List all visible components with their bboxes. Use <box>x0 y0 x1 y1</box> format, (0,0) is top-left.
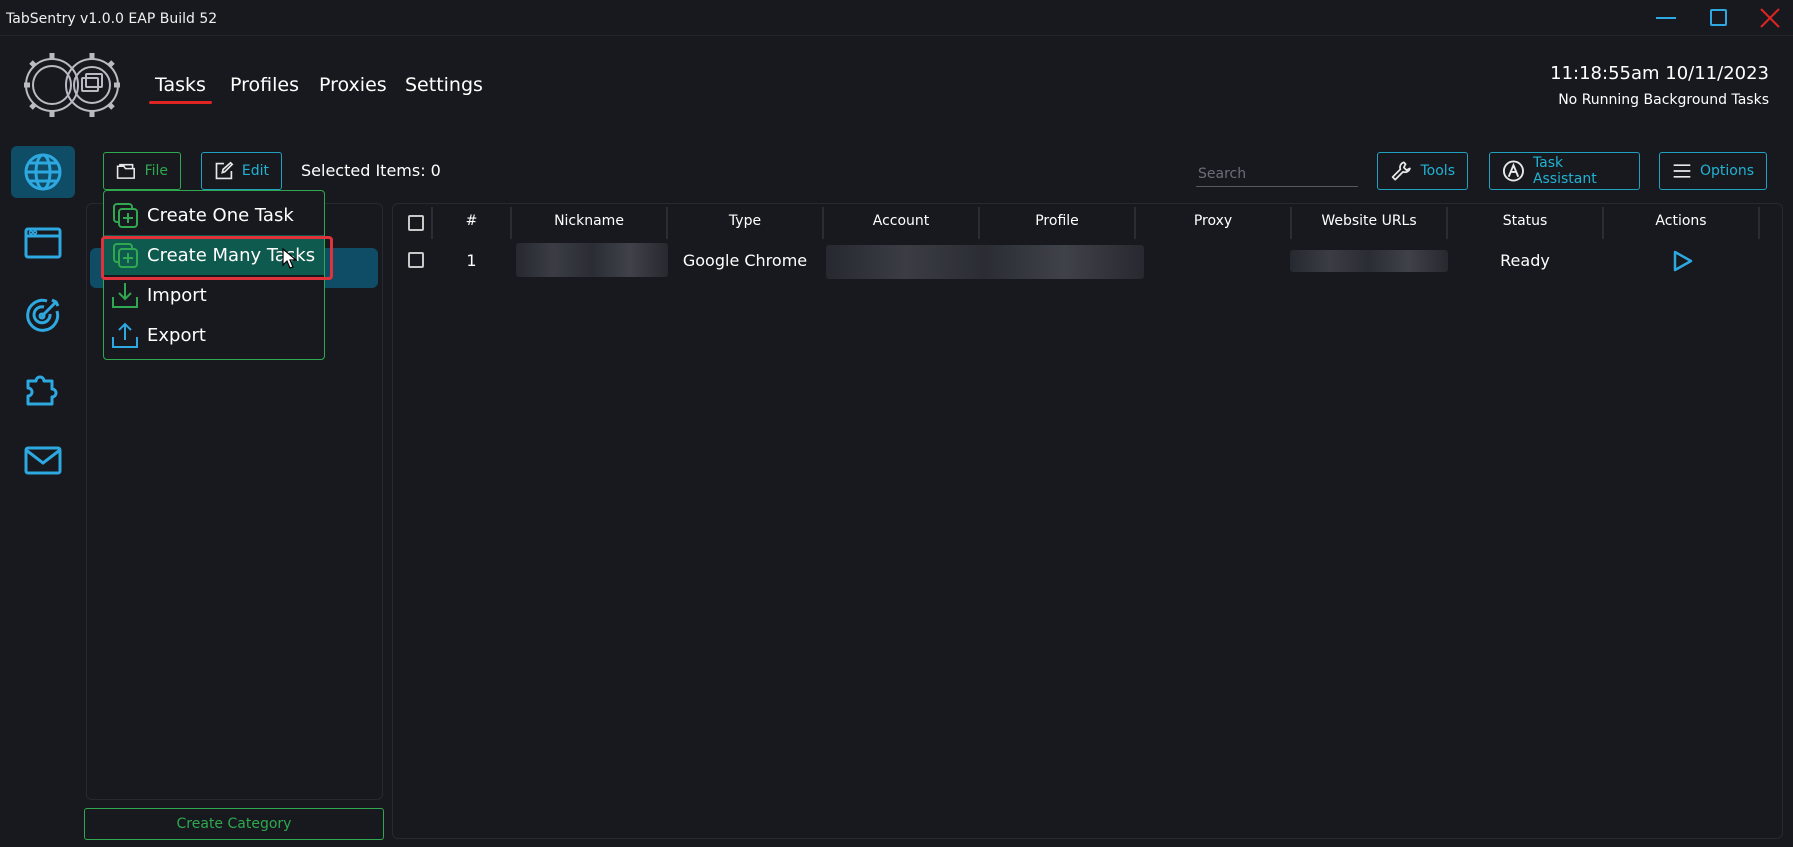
menu-item-import[interactable]: Import <box>104 275 324 315</box>
column-header-actions[interactable]: Actions <box>1604 213 1758 233</box>
tab-profiles[interactable]: Profiles <box>230 74 299 96</box>
selected-items-count: Selected Items: 0 <box>301 161 441 180</box>
create-category-button[interactable]: Create Category <box>84 808 384 840</box>
sidebar-item-messages[interactable] <box>11 434 75 486</box>
search-input[interactable] <box>1196 161 1358 187</box>
task-assistant-button[interactable]: Task Assistant <box>1489 152 1640 190</box>
tab-proxies[interactable]: Proxies <box>319 74 387 96</box>
row-type: Google Chrome <box>682 251 808 270</box>
close-button[interactable] <box>1752 6 1788 32</box>
sidebar-item-extensions[interactable] <box>11 361 75 413</box>
column-header-type[interactable]: Type <box>668 213 822 233</box>
clock: 11:18:55am 10/11/2023 <box>1550 63 1769 84</box>
options-button[interactable]: Options <box>1659 152 1767 190</box>
sidebar-item-profiles[interactable] <box>11 217 75 269</box>
menu-item-create-one-task[interactable]: Create One Task <box>104 195 324 235</box>
app-title: TabSentry v1.0.0 EAP Build 52 <box>6 11 218 27</box>
redacted-nickname <box>516 243 668 277</box>
title-bar: TabSentry v1.0.0 EAP Build 52 <box>0 0 1793 36</box>
file-button-label: File <box>144 163 168 179</box>
play-icon <box>1673 250 1693 272</box>
mouse-cursor-icon <box>282 248 298 269</box>
column-header-website-urls[interactable]: Website URLs <box>1292 213 1446 233</box>
tools-button-label: Tools <box>1420 163 1456 179</box>
puzzle-icon <box>26 375 58 406</box>
column-header-status[interactable]: Status <box>1448 213 1602 233</box>
add-copy-icon <box>113 203 138 228</box>
edit-button[interactable]: Edit <box>201 152 282 190</box>
column-divider <box>1758 207 1760 239</box>
upload-icon <box>112 322 138 348</box>
redacted-account-profile <box>826 245 1144 279</box>
menu-item-label: Create One Task <box>147 204 294 226</box>
redacted-website-urls <box>1290 250 1448 272</box>
tab-settings[interactable]: Settings <box>405 74 483 96</box>
menu-item-label: Export <box>147 324 206 346</box>
options-button-label: Options <box>1699 163 1754 179</box>
folder-icon <box>116 163 135 179</box>
column-header-proxy[interactable]: Proxy <box>1136 213 1290 233</box>
tasks-table <box>392 203 1783 839</box>
edit-button-label: Edit <box>241 163 269 179</box>
mail-icon <box>24 446 62 475</box>
globe-icon <box>24 153 62 191</box>
menu-icon <box>1673 164 1691 178</box>
menu-item-export[interactable]: Export <box>104 315 324 355</box>
column-header-index[interactable]: # <box>433 213 510 233</box>
target-icon <box>26 298 60 332</box>
background-task-status: No Running Background Tasks <box>1558 92 1769 108</box>
assistant-icon <box>1502 160 1524 182</box>
column-header-nickname[interactable]: Nickname <box>512 213 666 233</box>
edit-icon <box>215 161 234 180</box>
column-header-account[interactable]: Account <box>824 213 978 233</box>
row-status: Ready <box>1500 251 1550 270</box>
row-index: 1 <box>466 251 477 270</box>
file-dropdown-menu: Create One Task Create Many Tasks Import… <box>103 190 325 360</box>
sidebar-item-tasks[interactable] <box>11 146 75 198</box>
add-copy-icon <box>113 243 138 268</box>
maximize-button[interactable] <box>1700 6 1736 32</box>
browser-window-icon <box>24 227 62 259</box>
tab-tasks[interactable]: Tasks <box>149 74 212 104</box>
tools-button[interactable]: Tools <box>1377 152 1468 190</box>
wrench-icon <box>1391 161 1411 181</box>
row-checkbox[interactable] <box>408 252 424 268</box>
download-icon <box>112 283 138 308</box>
menu-item-label: Import <box>147 284 207 306</box>
app-logo <box>22 50 126 120</box>
minimize-icon <box>1656 17 1676 19</box>
column-header-profile[interactable]: Profile <box>980 213 1134 233</box>
start-task-button[interactable] <box>1670 249 1694 273</box>
select-all-checkbox[interactable] <box>408 215 424 231</box>
sidebar-item-proxies[interactable] <box>11 289 75 341</box>
minimize-button[interactable] <box>1648 6 1684 32</box>
maximize-icon <box>1710 9 1727 26</box>
task-assistant-button-label: Task Assistant <box>1532 155 1597 187</box>
file-button[interactable]: File <box>103 152 181 190</box>
close-icon <box>1760 8 1780 28</box>
